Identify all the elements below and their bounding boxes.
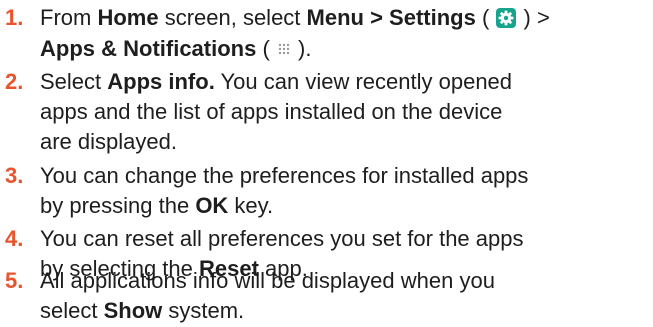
instruction-steps: 1. From Home screen, select Menu > Setti… bbox=[0, 0, 653, 327]
step-number: 4. bbox=[5, 226, 24, 251]
step-line: You can change the preferences for insta… bbox=[40, 163, 529, 188]
step-line: You can reset all preferences you set fo… bbox=[40, 226, 524, 251]
settings-gear-icon bbox=[496, 6, 517, 28]
step-text: All applications info will be displayed … bbox=[40, 266, 653, 326]
text: select bbox=[40, 298, 104, 323]
bold-term-menu-settings: Menu > Settings bbox=[306, 5, 476, 30]
text: screen, select bbox=[158, 5, 307, 30]
text: Select bbox=[40, 69, 108, 94]
text: ( bbox=[475, 5, 496, 30]
step-text: Select Apps info. You can view recently … bbox=[40, 67, 653, 157]
step-text: From Home screen, select Menu > Settings… bbox=[40, 3, 653, 63]
step-number: 5. bbox=[5, 268, 24, 293]
step-1: 1. From Home screen, select Menu > Setti… bbox=[0, 3, 653, 63]
step-line: apps and the list of apps installed on t… bbox=[40, 99, 503, 124]
text: From bbox=[40, 5, 98, 30]
bold-term-apps-info: Apps info. bbox=[107, 69, 215, 94]
step-line: by pressing the OK key. bbox=[40, 191, 653, 221]
step-number: 1. bbox=[5, 5, 24, 30]
step-5: 5. All applications info will be display… bbox=[0, 266, 653, 326]
text: system. bbox=[162, 298, 245, 323]
text: You can view recently opened bbox=[214, 69, 513, 94]
step-2: 2. Select Apps info. You can view recent… bbox=[0, 67, 653, 157]
bold-term-home: Home bbox=[97, 5, 159, 30]
step-line: Apps & Notifications ( ). bbox=[40, 33, 653, 63]
apps-grid-icon bbox=[278, 33, 290, 55]
text: ). bbox=[291, 36, 312, 61]
step-line: All applications info will be displayed … bbox=[40, 268, 495, 293]
text: key. bbox=[228, 193, 274, 218]
step-number: 3. bbox=[5, 163, 24, 188]
step-line: Select Apps info. You can view recently … bbox=[40, 67, 653, 97]
step-3: 3. You can change the preferences for in… bbox=[0, 161, 653, 221]
text: by pressing the bbox=[40, 193, 196, 218]
bold-term-show: Show bbox=[103, 298, 163, 323]
text: ) > bbox=[517, 5, 550, 30]
bold-term-ok: OK bbox=[195, 193, 229, 218]
step-text: You can change the preferences for insta… bbox=[40, 161, 653, 221]
step-line: From Home screen, select Menu > Settings… bbox=[40, 3, 653, 33]
step-line: are displayed. bbox=[40, 129, 177, 154]
step-line: select Show system. bbox=[40, 296, 653, 326]
step-number: 2. bbox=[5, 69, 24, 94]
text: ( bbox=[256, 36, 276, 61]
bold-term-apps-notifications: Apps & Notifications bbox=[40, 36, 257, 61]
